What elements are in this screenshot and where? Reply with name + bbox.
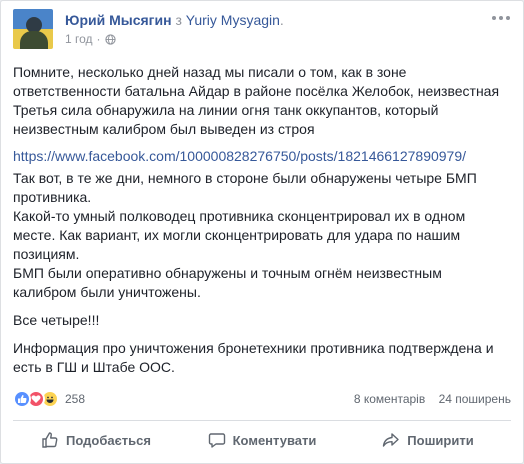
page-suffix: .	[279, 12, 284, 28]
avatar-body	[20, 31, 48, 49]
reactions-summary[interactable]: 258	[13, 389, 85, 409]
author-line: Юрий Мысягин з Yuriy Mysyagin.	[65, 12, 284, 28]
paragraph-line: Так вот, в те же дни, немного в стороне …	[13, 170, 477, 205]
post-meta: 1 год ·	[65, 32, 116, 46]
action-bar: Подобається Коментувати Поширити	[13, 423, 511, 457]
post-link[interactable]: https://www.facebook.com/100000828276750…	[13, 147, 466, 166]
thumbs-up-icon	[42, 432, 58, 448]
engagement-stats: 8 коментарів 24 поширень	[354, 392, 511, 406]
paragraph-line: Какой-то умный полководец противника ско…	[13, 208, 466, 262]
share-button-label: Поширити	[407, 432, 474, 448]
via-text: з	[171, 12, 186, 28]
divider	[13, 420, 511, 421]
like-reaction-icon	[13, 390, 31, 408]
author-avatar[interactable]	[13, 9, 53, 49]
comments-count-link[interactable]: 8 коментарів	[354, 392, 425, 406]
author-name[interactable]: Юрий Мысягин	[65, 12, 172, 28]
comment-icon	[208, 433, 225, 448]
reactions-count: 258	[65, 392, 86, 406]
comment-button-label: Коментувати	[232, 432, 317, 448]
post-card: Юрий Мысягин з Yuriy Mysyagin. 1 год · П…	[0, 0, 524, 464]
post-timestamp[interactable]: 1 год	[65, 32, 93, 46]
post-paragraph: Информация про уничтожения бронетехники …	[13, 340, 494, 375]
share-button[interactable]: Поширити	[345, 423, 511, 457]
like-button-label: Подобається	[66, 432, 151, 448]
post-paragraph: Все четыре!!!	[13, 312, 100, 328]
paragraph-line: БМП были оперативно обнаружены и точным …	[13, 265, 442, 300]
post-paragraph: Помните, несколько дней назад мы писали …	[13, 64, 500, 137]
comment-button[interactable]: Коментувати	[179, 423, 345, 457]
post-header: Юрий Мысягин з Yuriy Mysyagin. 1 год ·	[13, 9, 511, 59]
page-name-link[interactable]: Yuriy Mysyagin	[186, 12, 280, 28]
more-options-icon[interactable]	[491, 11, 511, 25]
globe-icon[interactable]	[104, 33, 116, 45]
shares-count-link[interactable]: 24 поширень	[439, 392, 511, 406]
post-paragraph: Так вот, в те же дни, немного в стороне …	[13, 169, 509, 302]
share-icon	[383, 433, 399, 447]
like-button[interactable]: Подобається	[13, 423, 179, 457]
